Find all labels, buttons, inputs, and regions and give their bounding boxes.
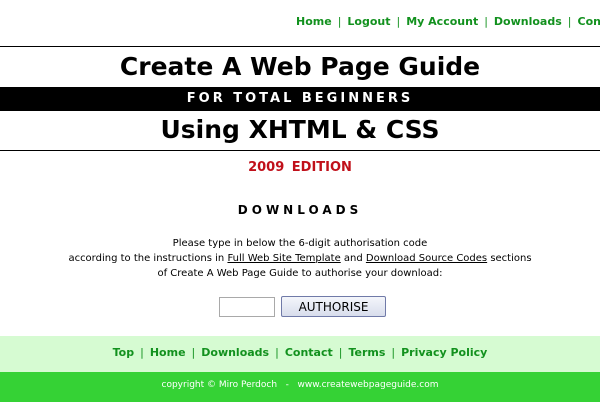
site-title: Create A Web Page Guide <box>119 52 481 81</box>
top-navigation: Home | Logout | My Account | Downloads | Contact <box>0 0 600 46</box>
instructions-text: sections <box>487 253 532 264</box>
footer-nav-separator: | <box>191 346 196 359</box>
page-heading: DOWNLOADS <box>237 203 363 217</box>
page: Home | Logout | My Account | Downloads | Contact… <box>0 0 600 402</box>
instructions-text: and <box>340 253 366 264</box>
footer-nav-separator: | <box>275 346 279 359</box>
edition-label: 2009 EDITION <box>248 160 352 175</box>
authorisation-code-input[interactable] <box>219 297 275 317</box>
site-subtitle-band: FOR TOTAL BEGINNERS <box>0 87 600 111</box>
top-nav-separator: | <box>484 15 488 28</box>
footer-contact-link[interactable]: Contact <box>285 346 333 359</box>
footer-downloads-link[interactable]: Downloads <box>201 346 269 359</box>
instructions-line-1: Please type in below the 6-digit authori… <box>172 238 428 249</box>
footer-top-link[interactable]: Top <box>113 346 134 359</box>
copyright-bar: copyright © Miro Perdoch - www.createweb… <box>0 372 600 402</box>
instructions-text: according to the instructions in <box>68 253 228 264</box>
authorisation-instructions: Please type in below the 6-digit authori… <box>0 236 600 281</box>
site-title-secondary: Using XHTML & CSS <box>160 115 440 144</box>
top-nav-separator: | <box>396 15 401 28</box>
footer-nav-separator: | <box>140 346 144 359</box>
top-nav-logout-link[interactable]: Logout <box>347 15 390 28</box>
footer-nav-separator: | <box>391 346 396 359</box>
instructions-line-2: according to the instructions in Full We… <box>0 251 600 266</box>
download-source-codes-link[interactable]: Download Source Codes <box>366 253 487 264</box>
top-nav-contact-link[interactable]: Contact <box>578 15 600 28</box>
footer-terms-link[interactable]: Terms <box>348 346 385 359</box>
copyright-text: copyright © Miro Perdoch - www.createweb… <box>161 380 439 390</box>
top-nav-downloads-link[interactable]: Downloads <box>494 15 562 28</box>
footer-navigation: Top | Home | Downloads | Contact | Terms | Privacy… <box>0 336 600 372</box>
top-nav-separator: | <box>337 15 342 28</box>
top-nav-links: Home | Logout | My Account | Downloads | Contact <box>296 15 600 28</box>
top-nav-separator: | <box>567 15 572 28</box>
top-nav-home-link[interactable]: Home <box>296 15 332 28</box>
header-bottom-rule <box>0 150 600 151</box>
footer-privacy-policy-link[interactable]: Privacy Policy <box>401 346 487 359</box>
instructions-line-3: of Create A Web Page Guide to authorise … <box>157 268 443 279</box>
header-top-rule <box>0 46 600 47</box>
full-web-site-template-link[interactable]: Full Web Site Template <box>227 253 340 264</box>
footer-home-link[interactable]: Home <box>150 346 186 359</box>
top-nav-my-account-link[interactable]: My Account <box>406 15 478 28</box>
authorise-button[interactable]: AUTHORISE <box>281 296 386 317</box>
footer-nav-separator: | <box>338 346 343 359</box>
